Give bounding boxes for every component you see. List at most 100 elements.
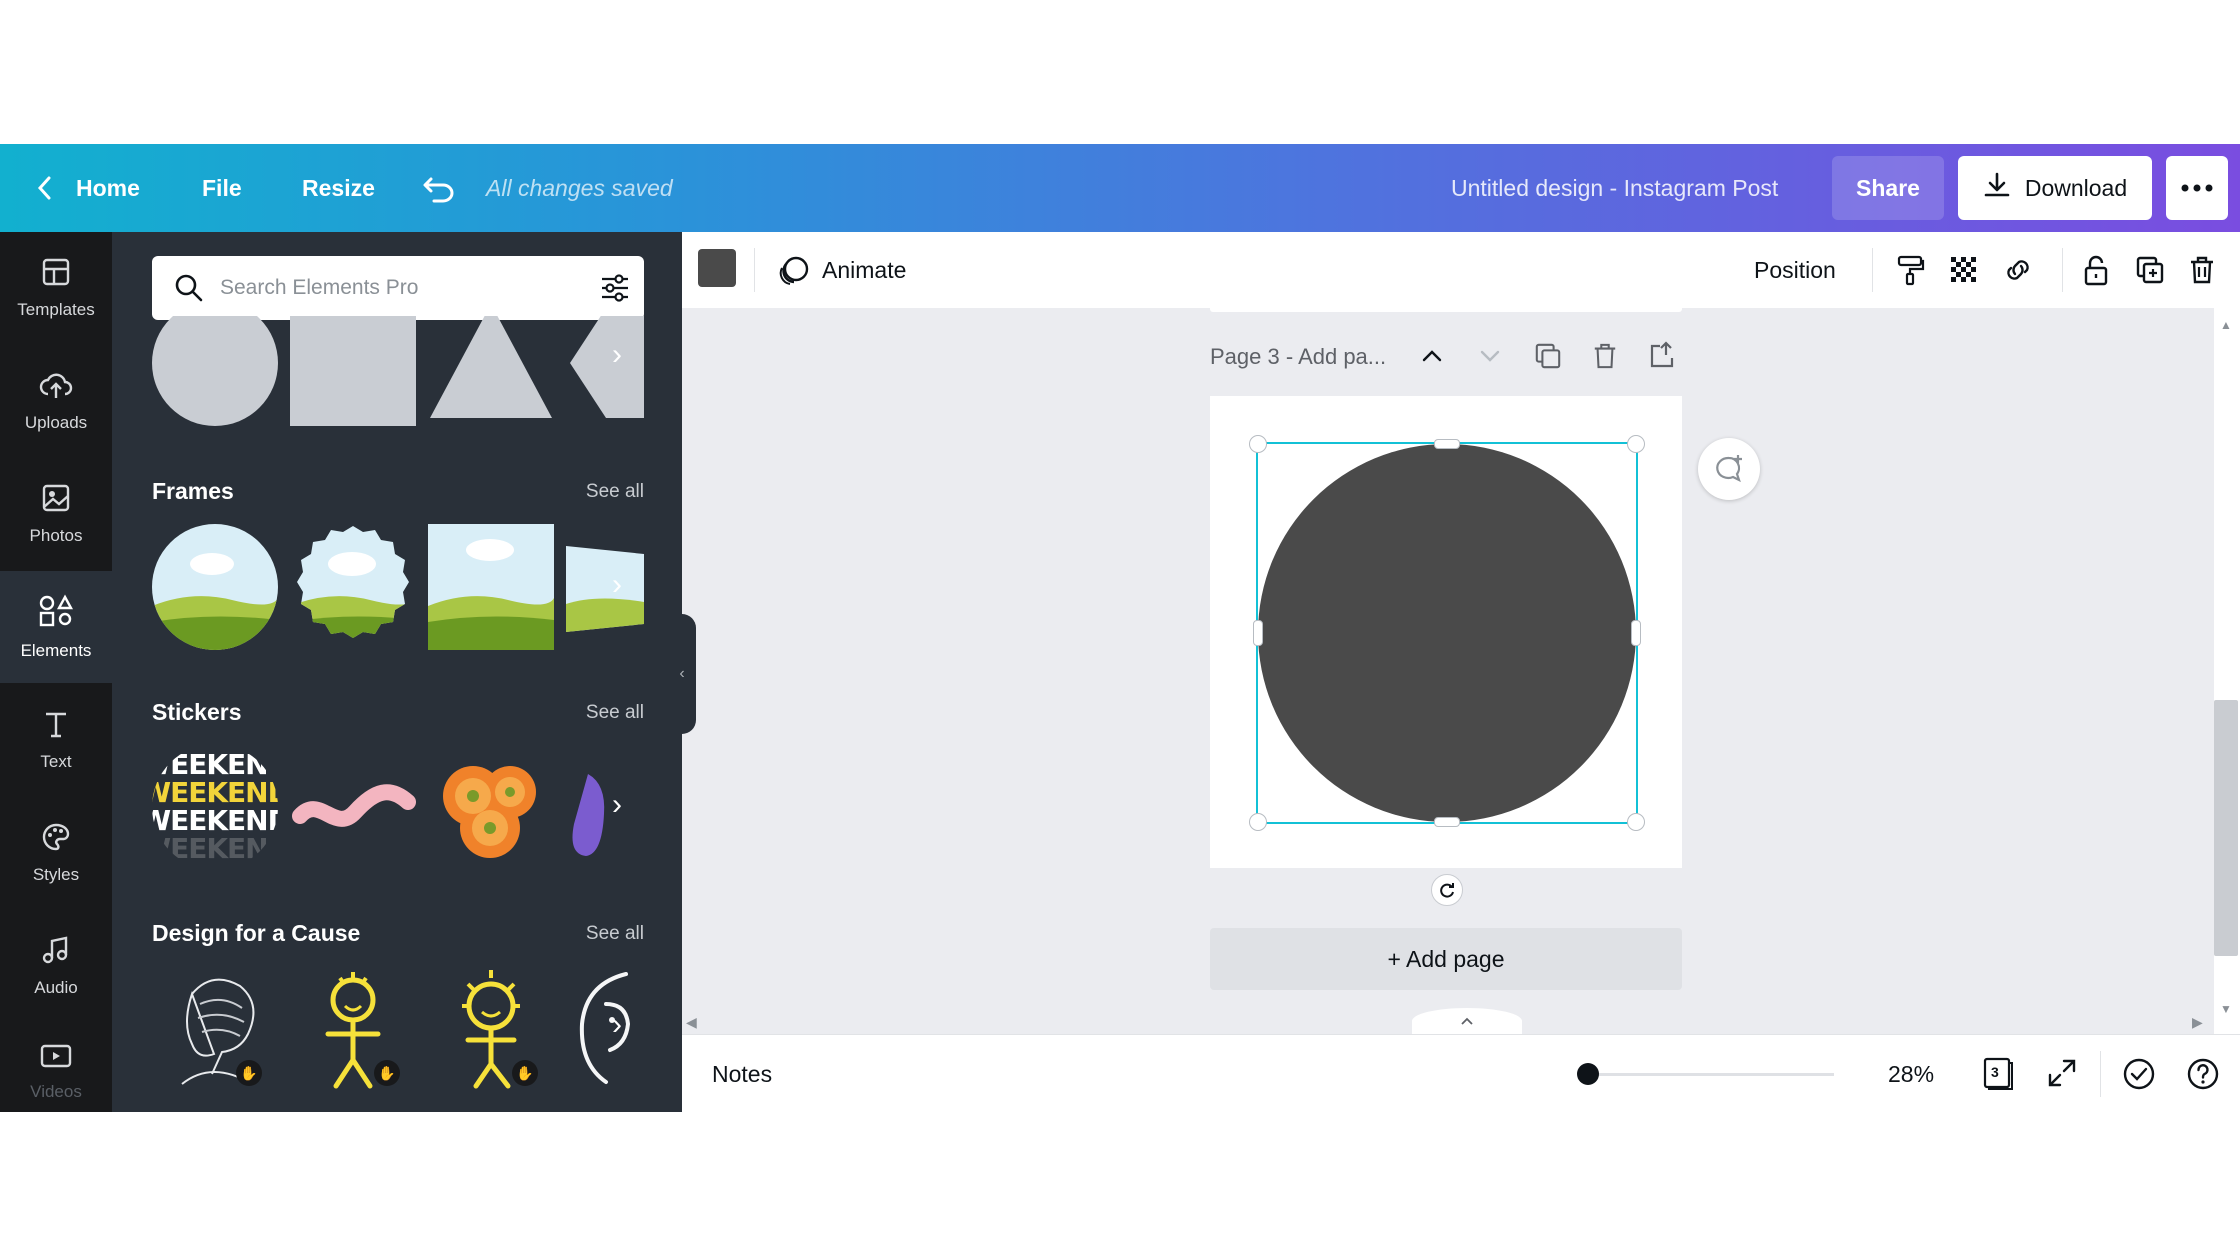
music-icon — [41, 935, 71, 970]
woman-sketch-sticker[interactable]: ✋ — [152, 964, 278, 1090]
line-face-sticker[interactable] — [566, 964, 644, 1090]
gray-circle-element[interactable] — [1258, 444, 1636, 822]
rail-item-videos[interactable]: Videos — [0, 1023, 112, 1112]
notes-button[interactable]: Notes — [712, 1035, 772, 1112]
position-button[interactable]: Position — [1754, 232, 1836, 308]
chevron-down-icon[interactable] — [1478, 346, 1502, 371]
divider — [1872, 248, 1873, 292]
help-icon[interactable] — [2186, 1057, 2220, 1096]
left-rail: Templates Uploads Photos Elements Text S… — [0, 232, 112, 1112]
fill-color-swatch[interactable] — [698, 249, 736, 287]
lock-icon[interactable] — [2078, 252, 2114, 288]
scroll-right-icon[interactable]: ▶ — [2192, 1014, 2203, 1031]
resize-handle[interactable] — [1434, 439, 1460, 449]
purple-sticker[interactable] — [566, 744, 644, 870]
scroll-right-icon[interactable]: › — [612, 1008, 622, 1042]
scroll-down-icon[interactable]: ▼ — [2220, 1002, 2232, 1016]
file-menu[interactable]: File — [202, 144, 242, 232]
scroll-left-icon[interactable]: ◀ — [686, 1014, 697, 1031]
rail-item-text[interactable]: Text — [0, 684, 112, 796]
resize-handle[interactable] — [1249, 435, 1267, 453]
home-button[interactable]: Home — [76, 144, 140, 232]
resize-handle[interactable] — [1434, 817, 1460, 827]
back-chevron-icon[interactable] — [36, 144, 54, 232]
scroll-right-icon[interactable]: › — [612, 788, 622, 822]
page-count-button[interactable]: 3 — [1980, 1055, 2016, 1091]
search-field[interactable]: Search Elements Pro — [152, 256, 644, 320]
add-page-button[interactable]: + Add page — [1210, 928, 1682, 990]
bottom-bar: Notes 28% 3 — [682, 1034, 2240, 1112]
zoom-slider[interactable] — [1578, 1073, 1834, 1076]
chevron-up-icon — [1461, 1017, 1473, 1025]
download-label: Download — [2024, 174, 2128, 201]
scrollbar-thumb[interactable] — [2214, 700, 2238, 956]
rail-item-photos[interactable]: Photos — [0, 458, 112, 570]
download-button[interactable]: Download — [1958, 156, 2152, 220]
sticker-text: WEEKEND — [152, 804, 278, 837]
expand-pages-tab[interactable] — [1412, 1008, 1522, 1034]
trash-icon[interactable] — [2184, 252, 2220, 288]
rail-label: Audio — [34, 977, 78, 997]
rail-item-templates[interactable]: Templates — [0, 232, 112, 344]
resize-handle[interactable] — [1631, 620, 1641, 646]
resize-handle[interactable] — [1627, 813, 1645, 831]
animate-button[interactable]: Animate — [778, 232, 906, 308]
selection-box[interactable] — [1249, 435, 1645, 831]
more-options-button[interactable] — [2166, 156, 2228, 220]
link-icon[interactable] — [2000, 252, 2036, 288]
resize-handle[interactable] — [1627, 435, 1645, 453]
cause-see-all-link[interactable]: See all — [586, 923, 644, 945]
triangle-shape[interactable] — [428, 316, 554, 426]
flowers-sticker[interactable] — [428, 744, 554, 870]
share-page-icon[interactable] — [1648, 340, 1676, 375]
sun-figure-sticker[interactable]: ✋ — [428, 964, 554, 1090]
squiggle-sticker[interactable] — [290, 744, 416, 870]
rail-item-audio[interactable]: Audio — [0, 910, 112, 1022]
scroll-right-icon[interactable]: › — [612, 338, 622, 372]
filter-icon[interactable] — [600, 274, 630, 307]
add-comment-button[interactable] — [1698, 438, 1760, 500]
zoom-slider-knob[interactable] — [1577, 1063, 1600, 1085]
resize-button[interactable]: Resize — [302, 144, 375, 232]
page-title[interactable]: Page 3 - Add pa... — [1210, 344, 1386, 370]
stick-figure-sticker[interactable]: ✋ — [290, 964, 416, 1090]
scroll-up-icon[interactable]: ▲ — [2220, 318, 2232, 332]
stickers-see-all-link[interactable]: See all — [586, 702, 644, 724]
scroll-right-icon[interactable]: › — [612, 568, 622, 602]
fullscreen-icon[interactable] — [2046, 1057, 2078, 1094]
frames-see-all-link[interactable]: See all — [586, 481, 644, 503]
vertical-scrollbar[interactable]: ▲ ▼ — [2214, 308, 2240, 1034]
angled-frame[interactable] — [566, 524, 644, 650]
weekend-sticker[interactable]: WEEKEND WEEKEND WEEKEND WEEKEND — [152, 744, 278, 870]
resize-handle[interactable] — [1253, 620, 1263, 646]
save-status: All changes saved — [486, 174, 673, 201]
duplicate-page-icon[interactable] — [1534, 342, 1562, 375]
zoom-level[interactable]: 28% — [1888, 1035, 1934, 1112]
hexagon-shape[interactable] — [566, 316, 644, 426]
rail-item-uploads[interactable]: Uploads — [0, 345, 112, 457]
chevron-up-icon[interactable] — [1420, 346, 1444, 371]
scalloped-frame[interactable] — [290, 524, 416, 650]
rail-item-styles[interactable]: Styles — [0, 797, 112, 909]
search-input[interactable]: Search Elements Pro — [220, 276, 418, 300]
rotate-handle[interactable] — [1431, 874, 1463, 906]
square-frame[interactable] — [428, 524, 554, 650]
design-page[interactable] — [1210, 396, 1682, 868]
circle-shape[interactable] — [152, 316, 278, 426]
design-title[interactable]: Untitled design - Instagram Post — [1451, 144, 1778, 232]
collapse-panel-tab[interactable]: ‹ — [668, 614, 696, 734]
resize-handle[interactable] — [1249, 813, 1267, 831]
rail-item-elements[interactable]: Elements — [0, 571, 112, 683]
circle-frame[interactable] — [152, 524, 278, 650]
frames-title: Frames — [152, 478, 234, 504]
duplicate-icon[interactable] — [2132, 252, 2168, 288]
paint-roller-icon[interactable] — [1892, 252, 1928, 288]
share-button[interactable]: Share — [1832, 156, 1944, 220]
transparency-icon[interactable] — [1946, 252, 1982, 288]
square-shape[interactable] — [290, 316, 416, 426]
delete-page-icon[interactable] — [1592, 342, 1618, 375]
check-circle-icon[interactable] — [2122, 1057, 2156, 1096]
undo-icon[interactable] — [422, 144, 456, 232]
text-icon — [41, 709, 71, 744]
shapes-icon — [38, 593, 74, 633]
